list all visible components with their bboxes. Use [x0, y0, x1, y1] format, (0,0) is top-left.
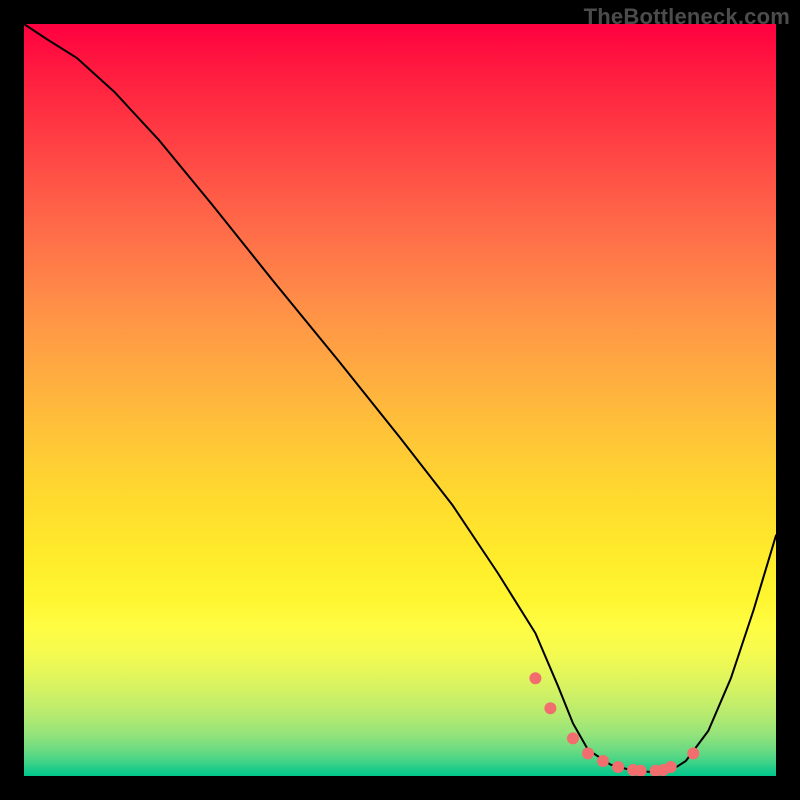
plot-area — [24, 24, 776, 776]
highlight-dot — [665, 761, 677, 773]
main-curve — [24, 24, 776, 772]
highlight-dot — [597, 755, 609, 767]
chart-svg — [24, 24, 776, 776]
highlight-dot — [612, 761, 624, 773]
highlight-dot — [544, 702, 556, 714]
highlight-dot — [582, 747, 594, 759]
highlight-dot — [687, 747, 699, 759]
chart-canvas: TheBottleneck.com — [0, 0, 800, 800]
highlight-dot — [567, 732, 579, 744]
highlight-dots — [529, 672, 699, 776]
watermark-text: TheBottleneck.com — [584, 4, 790, 30]
highlight-dot — [529, 672, 541, 684]
